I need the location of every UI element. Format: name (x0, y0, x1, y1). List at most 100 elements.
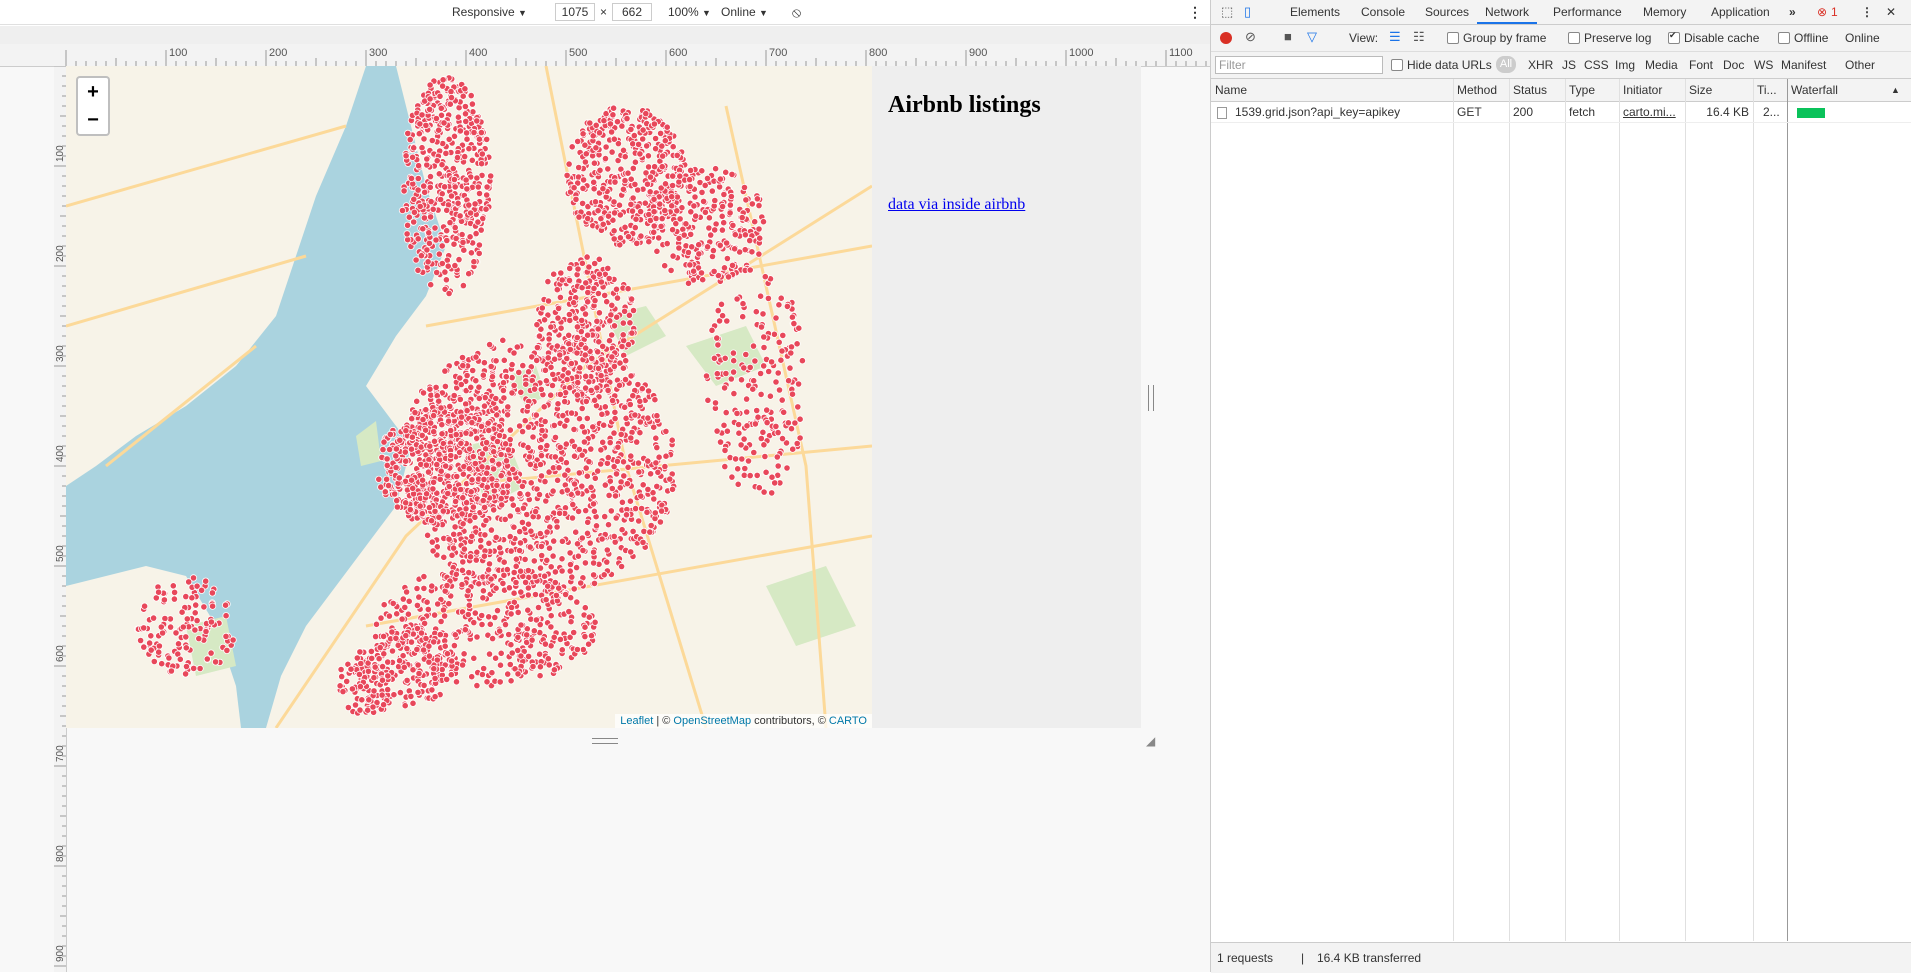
overview-icon[interactable]: ☷ (1413, 29, 1425, 45)
viewport-height-input[interactable]: 662 (612, 3, 652, 21)
filter-type-js[interactable]: JS (1562, 58, 1576, 72)
ruler-label: 900 (55, 945, 66, 962)
zoom-select[interactable]: 100% ▼ (668, 4, 711, 21)
listing-marker (510, 523, 518, 531)
preserve-log-checkbox[interactable] (1568, 32, 1580, 44)
more-tabs-icon[interactable]: » (1789, 5, 1796, 19)
offline-checkbox[interactable] (1778, 32, 1790, 44)
device-toggle-icon[interactable]: ▯ (1244, 4, 1251, 20)
listing-marker (657, 222, 665, 230)
listing-marker (695, 241, 703, 249)
corner-resize-icon[interactable]: ◢ (1146, 734, 1155, 748)
ruler-label: 500 (569, 47, 587, 59)
listing-marker (795, 324, 803, 332)
listing-marker (583, 414, 591, 422)
column-type[interactable]: Type (1569, 83, 1595, 97)
table-row[interactable]: 1539.grid.json?api_key=apikey GET 200 fe… (1211, 102, 1911, 123)
osm-link[interactable]: OpenStreetMap (673, 715, 751, 727)
close-icon[interactable]: ✕ (1886, 5, 1896, 19)
more-options-icon[interactable]: ⋮ (1188, 4, 1202, 21)
filter-type-css[interactable]: CSS (1584, 58, 1609, 72)
large-rows-icon[interactable]: ☰ (1389, 29, 1401, 45)
listing-marker (392, 445, 400, 453)
column-waterfall[interactable]: Waterfall (1791, 83, 1838, 97)
filter-type-ws[interactable]: WS (1754, 58, 1773, 72)
listing-marker (420, 681, 428, 690)
listing-marker (716, 438, 725, 446)
screenshot-camera-icon[interactable]: ■ (1284, 29, 1292, 44)
group-by-frame-checkbox[interactable] (1447, 32, 1459, 44)
listing-marker (606, 120, 615, 128)
zoom-in-button[interactable]: + (76, 76, 110, 107)
request-initiator-link[interactable]: carto.mi... (1623, 105, 1676, 119)
column-initiator[interactable]: Initiator (1623, 83, 1662, 97)
listing-marker (741, 464, 749, 473)
devtools-menu-icon[interactable]: ⋮ (1861, 5, 1873, 19)
data-source-link[interactable]: data via inside airbnb (888, 196, 1025, 214)
listing-marker (524, 591, 532, 599)
ruler-label: 200 (55, 245, 66, 262)
column-method[interactable]: Method (1457, 83, 1497, 97)
height-resize-handle[interactable] (592, 738, 618, 744)
tab-application[interactable]: Application (1711, 5, 1770, 19)
tab-elements[interactable]: Elements (1290, 5, 1340, 19)
listing-marker (433, 157, 441, 165)
listing-marker (730, 357, 738, 365)
listing-marker (461, 85, 469, 93)
viewport-width-input[interactable]: 1075 (555, 3, 595, 21)
carto-link[interactable]: CARTO (829, 715, 867, 727)
disable-cache-checkbox[interactable] (1668, 30, 1680, 44)
filter-type-img[interactable]: Img (1615, 58, 1635, 72)
listing-marker (578, 316, 586, 324)
listing-marker (558, 646, 566, 654)
listing-marker (602, 143, 610, 151)
listing-marker (404, 610, 412, 618)
filter-input[interactable]: Filter (1215, 56, 1383, 74)
column-size[interactable]: Size (1689, 83, 1712, 97)
listing-marker (578, 259, 587, 267)
listing-marker (499, 379, 508, 387)
leaflet-link[interactable]: Leaflet (620, 715, 653, 727)
listing-marker (572, 195, 580, 203)
listing-marker (190, 664, 198, 673)
listing-marker (416, 502, 424, 510)
tab-performance[interactable]: Performance (1553, 5, 1622, 19)
filter-icon[interactable]: ▽ (1307, 29, 1317, 45)
throttle-select[interactable]: Online ▼ (721, 4, 768, 21)
listing-marker (621, 177, 629, 185)
tab-memory[interactable]: Memory (1643, 5, 1686, 19)
filter-type-other[interactable]: Other (1845, 58, 1875, 72)
device-select[interactable]: Responsive ▼ (452, 4, 527, 21)
filter-type-doc[interactable]: Doc (1723, 58, 1744, 72)
column-name[interactable]: Name (1215, 83, 1247, 97)
clear-icon[interactable]: ⊘ (1245, 29, 1256, 45)
request-name[interactable]: 1539.grid.json?api_key=apikey (1235, 105, 1400, 119)
throttling-select[interactable]: Online (1845, 31, 1880, 45)
column-status[interactable]: Status (1513, 83, 1547, 97)
filter-type-manifest[interactable]: Manifest (1781, 58, 1826, 72)
listing-marker (437, 104, 445, 112)
listing-marker (444, 489, 452, 498)
width-resize-handle[interactable] (1148, 385, 1154, 411)
document-icon (1217, 107, 1227, 119)
map[interactable]: + − Leaflet | © OpenStreetMap contributo… (66, 66, 872, 728)
filter-type-font[interactable]: Font (1689, 58, 1713, 72)
record-icon[interactable] (1220, 32, 1232, 44)
error-icon[interactable]: ⊗ (1817, 5, 1827, 19)
column-time[interactable]: Ti... (1757, 83, 1777, 97)
tab-sources[interactable]: Sources (1425, 5, 1469, 19)
tab-network[interactable]: Network (1485, 5, 1529, 19)
listing-marker (485, 613, 493, 621)
rotate-icon[interactable]: ⦸ (792, 4, 801, 21)
zoom-out-button[interactable]: − (76, 106, 110, 136)
filter-type-media[interactable]: Media (1645, 58, 1678, 72)
filter-type-all[interactable]: All (1496, 56, 1516, 73)
listing-marker (786, 364, 794, 372)
listing-marker (721, 446, 729, 454)
tab-console[interactable]: Console (1361, 5, 1405, 19)
filter-type-xhr[interactable]: XHR (1528, 58, 1553, 72)
hide-data-urls-checkbox[interactable] (1391, 59, 1403, 71)
listing-marker (581, 604, 589, 612)
listing-marker (627, 295, 636, 303)
inspect-element-icon[interactable]: ⬚ (1221, 4, 1233, 20)
